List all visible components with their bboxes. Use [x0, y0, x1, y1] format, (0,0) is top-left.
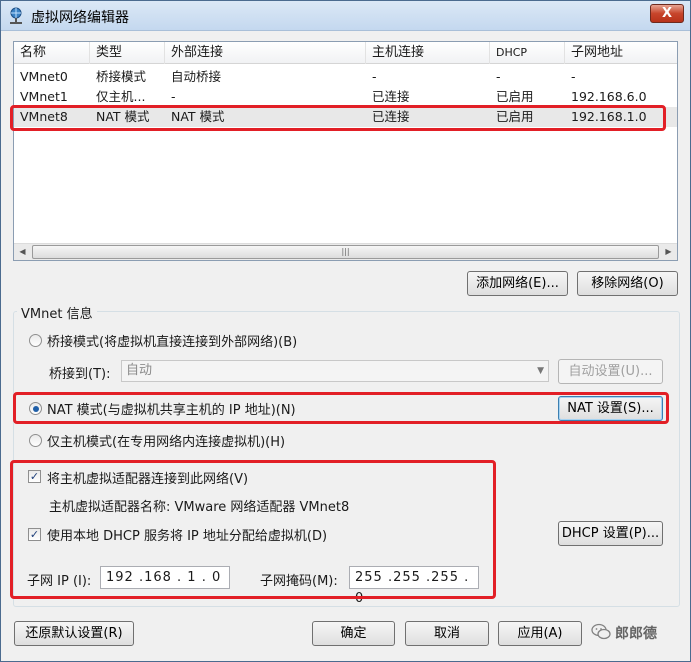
cell-type: 桥接模式	[96, 69, 147, 84]
cell-host: 已连接	[372, 89, 410, 104]
vmnet-info-title: VMnet 信息	[17, 303, 97, 322]
cell-dhcp: -	[496, 69, 501, 84]
dhcp-settings-button[interactable]: DHCP 设置(P)...	[558, 521, 663, 546]
bridged-mode-radio[interactable]	[29, 334, 42, 347]
window-title: 虚拟网络编辑器	[31, 10, 129, 26]
subnet-mask-label: 子网掩码(M):	[260, 574, 338, 589]
vmnet-info-group	[13, 311, 680, 607]
adapter-name-text: 主机虚拟适配器名称: VMware 网络适配器 VMnet8	[49, 500, 350, 515]
connect-adapter-label[interactable]: 将主机虚拟适配器连接到此网络(V)	[47, 468, 248, 487]
subnet-ip-label: 子网 IP (I):	[27, 574, 92, 589]
table-row-vmnet8[interactable]: VMnet8 NAT 模式 NAT 模式 已连接 已启用 192.168.1.0	[14, 107, 677, 127]
bridge-to-select[interactable]: 自动 ▼	[121, 360, 549, 382]
virtual-network-editor-window: 虚拟网络编辑器 X 名称 类型 外部连接 主机连接 DHCP 子网地址 VMne…	[0, 0, 691, 662]
use-dhcp-checkbox[interactable]: ✓	[28, 528, 41, 541]
cell-dhcp: 已启用	[496, 89, 534, 104]
auto-settings-button[interactable]: 自动设置(U)...	[558, 359, 663, 384]
scrollbar-thumb[interactable]: |||	[32, 245, 659, 259]
chevron-down-icon[interactable]: ▼	[537, 361, 544, 381]
horizontal-scrollbar[interactable]: ◀ ||| ▶	[14, 243, 677, 260]
watermark-text: 郎郎德	[615, 626, 657, 642]
column-header-dhcp[interactable]: DHCP	[490, 42, 565, 64]
table-row-vmnet0[interactable]: VMnet0 桥接模式 自动桥接 - - -	[14, 67, 677, 87]
host-only-label[interactable]: 仅主机模式(在专用网络内连接虚拟机)(H)	[47, 431, 285, 450]
nat-mode-radio[interactable]	[29, 402, 42, 415]
bridge-to-value: 自动	[126, 363, 153, 378]
column-header-host[interactable]: 主机连接	[366, 42, 490, 64]
cell-subnet: -	[571, 69, 576, 84]
network-globe-icon	[10, 7, 22, 24]
cell-external: NAT 模式	[171, 109, 225, 124]
ok-button[interactable]: 确定	[312, 621, 395, 646]
cell-name: VMnet1	[20, 89, 68, 104]
column-header-external[interactable]: 外部连接	[165, 42, 366, 64]
apply-button[interactable]: 应用(A)	[498, 621, 582, 646]
restore-defaults-button[interactable]: 还原默认设置(R)	[14, 621, 134, 646]
cell-subnet: 192.168.6.0	[571, 89, 647, 104]
column-header-subnet[interactable]: 子网地址	[565, 42, 677, 64]
nat-mode-label[interactable]: NAT 模式(与虚拟机共享主机的 IP 地址)(N)	[47, 399, 296, 418]
network-list[interactable]: 名称 类型 外部连接 主机连接 DHCP 子网地址 VMnet0 桥接模式 自动…	[13, 41, 678, 261]
add-network-button[interactable]: 添加网络(E)...	[467, 271, 568, 296]
cancel-button[interactable]: 取消	[405, 621, 489, 646]
column-header-name[interactable]: 名称	[14, 42, 90, 64]
remove-network-button[interactable]: 移除网络(O)	[577, 271, 678, 296]
title-bar: 虚拟网络编辑器 X	[1, 1, 690, 31]
list-header: 名称 类型 外部连接 主机连接 DHCP 子网地址	[14, 42, 677, 64]
cell-type: NAT 模式	[96, 109, 150, 124]
bridge-to-label: 桥接到(T):	[49, 367, 111, 382]
cell-subnet: 192.168.1.0	[571, 109, 647, 124]
scroll-left-icon[interactable]: ◀	[14, 244, 31, 260]
subnet-ip-input[interactable]: 192 .168 . 1 . 0	[100, 566, 230, 589]
use-dhcp-label[interactable]: 使用本地 DHCP 服务将 IP 地址分配给虚拟机(D)	[47, 525, 327, 544]
cell-dhcp: 已启用	[496, 109, 534, 124]
nat-settings-button[interactable]: NAT 设置(S)...	[558, 396, 663, 421]
cell-name: VMnet8	[20, 109, 68, 124]
bridged-mode-label[interactable]: 桥接模式(将虚拟机直接连接到外部网络)(B)	[47, 331, 297, 350]
wechat-icon	[591, 623, 611, 640]
cell-external: 自动桥接	[171, 69, 222, 84]
connect-adapter-checkbox[interactable]: ✓	[28, 470, 41, 483]
subnet-mask-input[interactable]: 255 .255 .255 . 0	[349, 566, 479, 606]
host-only-radio[interactable]	[29, 434, 42, 447]
cell-host: 已连接	[372, 109, 410, 124]
cell-host: -	[372, 69, 377, 84]
scroll-right-icon[interactable]: ▶	[660, 244, 677, 260]
close-button[interactable]: X	[650, 4, 684, 23]
cell-name: VMnet0	[20, 69, 68, 84]
column-header-type[interactable]: 类型	[90, 42, 165, 64]
cell-type: 仅主机...	[96, 89, 146, 104]
cell-external: -	[171, 89, 176, 104]
table-row-vmnet1[interactable]: VMnet1 仅主机... - 已连接 已启用 192.168.6.0	[14, 87, 677, 107]
